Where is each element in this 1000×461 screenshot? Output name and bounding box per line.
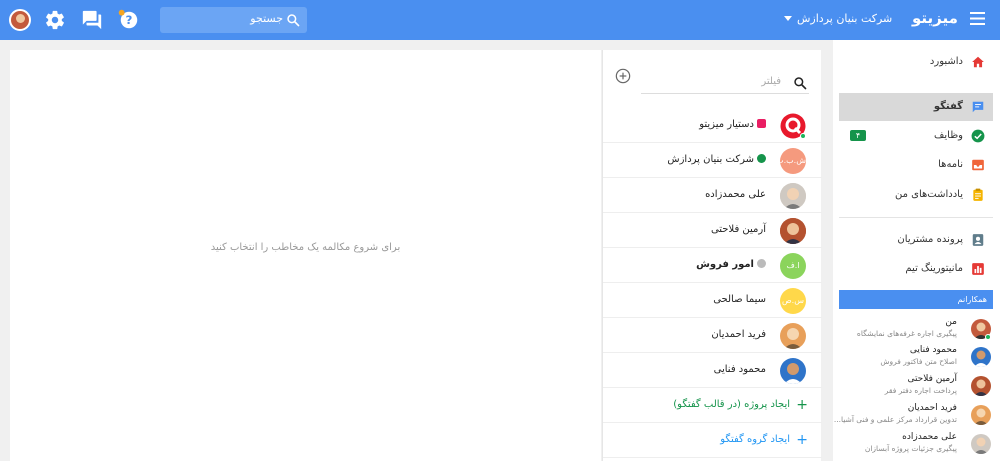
avatar [971,347,991,367]
chevron-down-icon[interactable] [784,16,792,22]
conversation-name: فرید احمدیان [711,329,766,340]
conversation-item[interactable]: ا.ف امور فروش [603,248,822,283]
bar-chart-icon [972,263,984,275]
conversation-panel: برای شروع مکالمه یک مخاطب را انتخاب کنید [10,50,601,461]
conversation-name: آرمین فلاحتی [710,224,766,235]
sidebar-item-label: داشبورد [929,56,963,67]
colleague-status: پیگیری جزئیات پروژه آبسازان [864,444,957,453]
sidebar-item-label: پرونده مشتریان [897,234,963,245]
colleague-name: فرید احمدیان [907,403,957,413]
conversation-item[interactable]: دستیار میزیتو [603,108,822,143]
sidebar-item-label: نامه‌ها [938,159,963,170]
svg-text:?: ? [126,13,133,27]
conversation-name: علی محمدزاده [705,189,766,200]
colleague-name: آرمین فلاحتی [907,374,957,384]
sidebar-item-label: یادداشت‌های من [894,189,963,200]
colleague-item[interactable]: محمود فنایی اصلاح متن فاکتور فروش [839,345,993,373]
create-project-label: ایجاد پروژه (در قالب گفتگو) [673,399,790,410]
avatar [971,434,991,454]
filter-input[interactable]: فیلتر [761,76,781,87]
avatar: ش.ب.پ [780,148,806,174]
conversation-item[interactable]: آرمین فلاحتی [603,213,822,248]
colleague-status: پرداخت اجاره دفتر فقر [884,386,957,395]
plus-icon: + [796,397,808,413]
conversation-item[interactable]: س.ص سیما صالحی [603,283,822,318]
sidebar-item-notes[interactable]: یادداشت‌های من [839,181,993,209]
avatar [780,183,806,209]
conversation-list: فیلتر دستیار میزیتو ش.ب.پ شرکت بنیان پرد… [602,50,822,461]
colleague-name: من [945,317,957,327]
colleague-status: اصلاح متن فاکتور فروش [880,357,957,366]
sidebar-item-letters[interactable]: نامه‌ها [839,151,993,179]
chat-icon [972,101,984,113]
divider [839,217,993,218]
conversation-name: امور فروش [696,259,754,270]
online-indicator [985,334,991,340]
avatar: ا.ف [780,253,806,279]
create-group-label: ایجاد گروه گفتگو [720,434,790,445]
sidebar-item-team-monitoring[interactable]: مانیتورینگ تیم [839,255,993,283]
check-circle-icon [971,129,985,143]
verified-icon [757,154,766,163]
avatar [971,405,991,425]
bot-badge-icon [757,119,766,128]
avatar: س.ص [780,288,806,314]
sidebar-item-chat[interactable]: گفتگو [839,93,993,121]
conversation-item[interactable]: فرید احمدیان [603,318,822,353]
conversation-name: سیما صالحی [713,294,766,305]
brand-logo: میزیتو [912,9,958,27]
colleague-item[interactable]: فرید احمدیان تدوین قرارداد مرکز علمی و ف… [834,403,993,431]
clipboard-icon [973,188,983,201]
colleague-name: علی محمدزاده [902,432,957,442]
colleagues-header: همکارانم [839,290,993,309]
colleague-status: تدوین قرارداد مرکز علمی و فنی آشیا... [833,415,957,424]
sidebar: داشبورد گفتگو وظایف ۴ نامه‌ها یادداشت‌ها… [833,40,1000,461]
contact-icon [972,234,984,246]
filter-underline [641,93,809,94]
tasks-count-badge: ۴ [850,130,866,141]
top-bar: ? جستجو شرکت بنیان پردازش میزیتو [0,0,1000,40]
help-icon[interactable]: ? [118,9,140,31]
colleague-item[interactable]: من پیگیری اجاره غرفه‌های نمایشگاه [839,317,993,345]
colleague-name: محمود فنایی [909,345,957,355]
online-indicator [800,133,806,139]
avatar [780,218,806,244]
company-selector[interactable]: شرکت بنیان پردازش [797,12,892,25]
sidebar-item-label: مانیتورینگ تیم [905,263,963,274]
empty-state-message: برای شروع مکالمه یک مخاطب را انتخاب کنید [210,242,401,253]
avatar [971,376,991,396]
avatar [780,358,806,384]
sidebar-item-tasks[interactable]: وظایف ۴ [839,122,993,150]
user-avatar[interactable] [9,9,31,31]
sidebar-item-label: وظایف [934,130,963,141]
gear-icon[interactable] [44,9,66,31]
sidebar-item-dashboard[interactable]: داشبورد [839,48,993,76]
hamburger-menu-icon[interactable] [970,12,985,25]
sidebar-item-customers[interactable]: پرونده مشتریان [839,226,993,254]
search-placeholder: جستجو [250,12,283,25]
conversation-item[interactable]: ش.ب.پ شرکت بنیان پردازش [603,143,822,178]
group-icon [757,259,766,268]
messages-icon[interactable] [81,9,103,31]
add-circle-icon[interactable] [615,68,631,84]
home-icon [972,56,984,68]
conversation-name: محمود فنایی [713,364,766,375]
conversation-name: دستیار میزیتو [699,119,754,130]
inbox-icon [972,159,984,171]
create-project-button[interactable]: + ایجاد پروژه (در قالب گفتگو) [603,388,822,423]
conversation-name: شرکت بنیان پردازش [667,154,754,165]
create-group-button[interactable]: + ایجاد گروه گفتگو [603,423,822,458]
search-icon [794,77,807,90]
sidebar-item-label: گفتگو [933,101,963,112]
conversation-item[interactable]: علی محمدزاده [603,178,822,213]
search-input[interactable]: جستجو [160,7,307,33]
colleague-item[interactable]: علی محمدزاده پیگیری جزئیات پروژه آبسازان [839,432,993,460]
search-icon [287,14,300,27]
colleague-item[interactable]: آرمین فلاحتی پرداخت اجاره دفتر فقر [839,374,993,402]
conversation-item[interactable]: محمود فنایی [603,353,822,388]
avatar [780,323,806,349]
plus-icon: + [796,432,808,448]
colleague-status: پیگیری اجاره غرفه‌های نمایشگاه [856,329,957,338]
